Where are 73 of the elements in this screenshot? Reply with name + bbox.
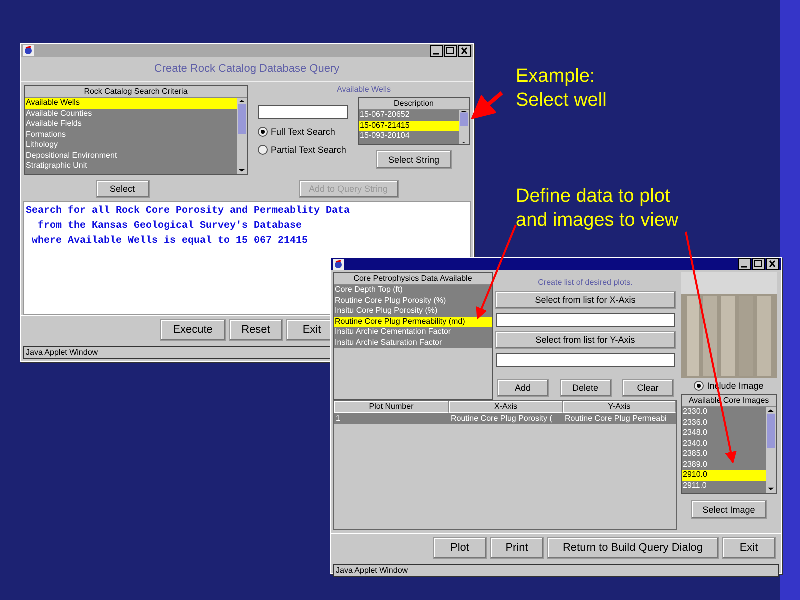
list-item[interactable]: 2336.0 [682, 418, 766, 428]
list-item[interactable]: Insitu Archie Saturation Factor [334, 338, 492, 348]
query-text-line: where Available Wells is equal to 15 067 21415 [31, 234, 310, 250]
annotation-text: Example: Select well [516, 65, 607, 113]
table-cell: 1 [334, 413, 449, 424]
x-axis-button[interactable]: Select from list for X-Axis [496, 292, 675, 308]
y-axis-field[interactable] [496, 353, 675, 367]
select-image-button[interactable]: Select Image [692, 501, 766, 518]
dialog-button[interactable]: Return to Build Query Dialog [548, 538, 718, 558]
list-item[interactable]: Available Fields [25, 119, 237, 130]
x-axis-field[interactable] [496, 313, 675, 327]
maximize-icon[interactable] [752, 258, 765, 270]
list-item[interactable]: Lithology [25, 140, 237, 151]
dialog-heading: Create Rock Catalog Database Query [21, 57, 473, 82]
minimize-icon[interactable] [738, 258, 751, 270]
list-item[interactable]: Available Wells [25, 98, 237, 109]
list-item[interactable]: Depositional Environment [25, 150, 237, 162]
dialog-button[interactable]: Print [491, 538, 543, 558]
list-item[interactable]: 2330.0 [682, 407, 766, 418]
list-item[interactable]: 2385.0 [682, 449, 766, 460]
scrollbar-drawing[interactable] [766, 407, 776, 493]
column-header: X-Axis [449, 401, 563, 413]
list-item[interactable]: 2340.0 [682, 438, 766, 449]
column-header: Plot Number [334, 401, 449, 413]
list-action-button[interactable]: Clear [623, 380, 673, 396]
list-header: Core Petrophysics Data Available [334, 273, 492, 285]
table-cell: Routine Core Plug Porosity ( [449, 413, 563, 424]
annotation-text: Define data to plot and images to view [516, 185, 679, 233]
list-item[interactable]: 2910.0 [682, 470, 766, 480]
list-item[interactable]: 15-093-20104 [359, 131, 459, 142]
list-item[interactable]: 2911.0 [682, 480, 766, 491]
close-icon[interactable] [458, 44, 471, 57]
status-bar: Java Applet Window [333, 564, 779, 577]
query-text-line: Search for all Rock Core Porosity and Permeablity Data [26, 204, 352, 220]
app-icon [333, 258, 344, 270]
list-header: Rock Catalog Search Criteria [25, 86, 247, 98]
list-action-button[interactable]: Add [498, 380, 548, 396]
list-item[interactable]: 2348.0 [682, 428, 766, 438]
table-cell: Routine Core Plug Permeabi [563, 413, 676, 424]
close-icon[interactable] [766, 258, 779, 270]
list-item[interactable]: Insitu Core Plug Porosity (%) [334, 306, 492, 316]
section-label: Available Wells [336, 85, 392, 94]
radio-option[interactable]: Full Text Search [258, 127, 348, 138]
minimize-icon[interactable] [430, 44, 443, 57]
list-item[interactable]: Stratigraphic Unit [25, 161, 237, 172]
list-item[interactable]: Insitu Archie Cementation Factor [334, 327, 492, 338]
scrollbar-drawing[interactable] [459, 110, 469, 144]
select-string-button[interactable]: Select String [377, 151, 451, 168]
section-label: Create list of desired plots. [537, 278, 634, 287]
dialog-button[interactable]: Execute [161, 320, 225, 340]
dialog-button[interactable]: Reset [230, 320, 282, 340]
list-item[interactable]: Core Depth Top (ft) [334, 285, 492, 296]
column-header: Y-Axis [563, 401, 676, 413]
list-item[interactable]: 15-067-20652 [359, 110, 459, 121]
y-axis-button[interactable]: Select from list for Y-Axis [496, 332, 675, 348]
query-text-line: from the Kansas Geological Survey's Database [37, 220, 304, 234]
dialog-button[interactable]: Exit [723, 538, 775, 558]
maximize-icon[interactable] [444, 44, 457, 57]
list-item[interactable]: 15-067-21415 [359, 120, 459, 132]
radio-option[interactable]: Partial Text Search [258, 145, 348, 156]
select-button[interactable]: Select [96, 181, 148, 198]
list-header: Available Core Images [682, 395, 776, 407]
app-icon [23, 45, 34, 56]
list-action-button[interactable]: Delete [560, 380, 610, 396]
arrow [470, 91, 504, 120]
list-item[interactable]: Routine Core Plug Permeability (md) [334, 316, 492, 327]
list-header: Description [359, 98, 469, 110]
list-item[interactable]: Available Counties [25, 108, 237, 120]
search-field[interactable] [258, 105, 348, 120]
list-item[interactable]: Formations [25, 130, 237, 140]
dialog-button[interactable]: Plot [434, 538, 486, 558]
list-item[interactable]: 2389.0 [682, 460, 766, 470]
scrollbar-drawing[interactable] [237, 98, 247, 174]
